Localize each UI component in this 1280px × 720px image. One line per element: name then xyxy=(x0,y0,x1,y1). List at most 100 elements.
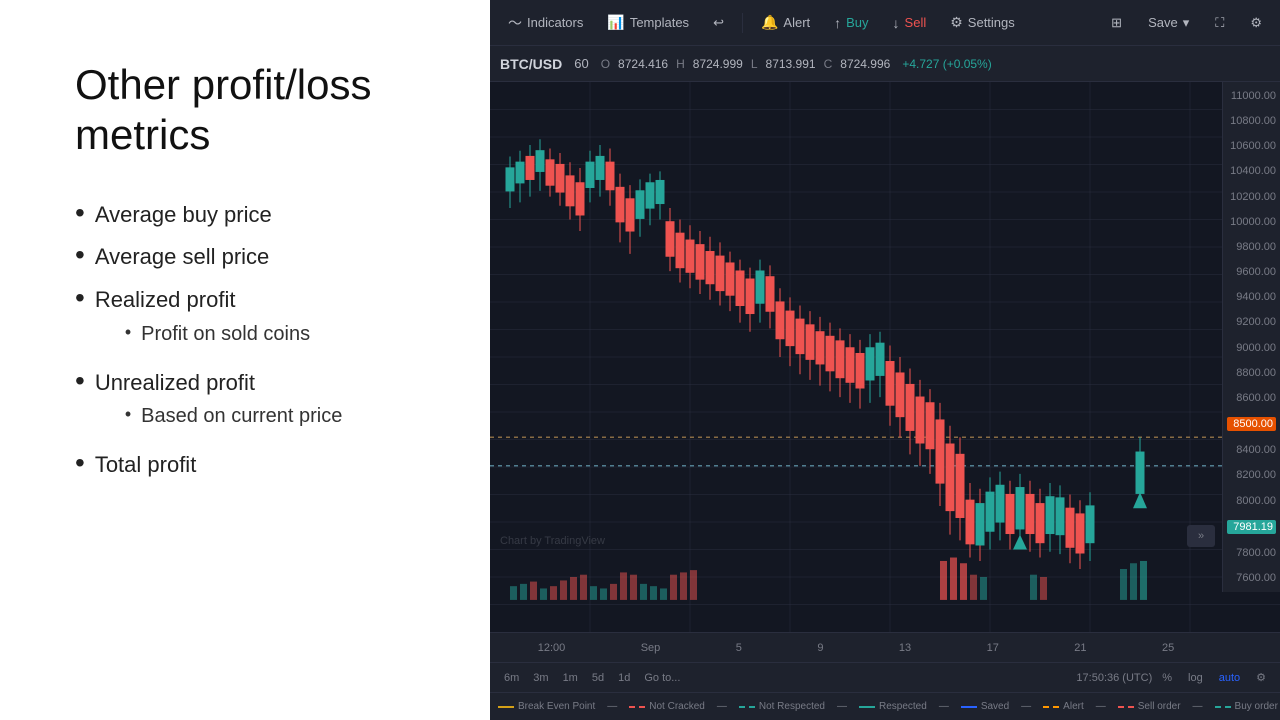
indicators-button[interactable]: 〜 Indicators xyxy=(498,8,593,38)
expand-button[interactable]: » xyxy=(1187,525,1215,547)
candlestick-chart xyxy=(490,82,1280,632)
time-label: 13 xyxy=(899,642,911,654)
legend-item-buyorder: Buy order xyxy=(1215,701,1278,712)
save-button[interactable]: Save ▾ xyxy=(1138,10,1199,36)
high-price: 8724.999 xyxy=(693,57,743,71)
symbol-bar: BTC/USD 60 O 8724.416 H 8724.999 L 8713.… xyxy=(490,46,1280,82)
bullet-item: • Average sell price xyxy=(75,243,440,272)
timeframe[interactable]: 60 xyxy=(574,56,588,71)
layout-button[interactable]: ⊞ xyxy=(1101,10,1132,36)
bullet-dot: • xyxy=(75,367,85,395)
sell-button[interactable]: ↓ Sell xyxy=(883,10,937,36)
settings-button[interactable]: ⚙ Settings xyxy=(940,9,1025,36)
bullet-content: Realized profit •Profit on sold coins xyxy=(95,286,310,355)
legend-item-breakeven: Break Even Point xyxy=(498,701,595,712)
time-label: 25 xyxy=(1162,642,1174,654)
time-label: 17 xyxy=(987,642,999,654)
goto-button[interactable]: Go to... xyxy=(638,670,686,686)
legend-line-buyorder xyxy=(1215,706,1231,708)
toolbar-divider xyxy=(742,13,743,33)
bullet-dot: • xyxy=(75,449,85,477)
legend-item-alert: Alert xyxy=(1043,701,1084,712)
chart-attribution: Chart by TradingView xyxy=(500,535,605,547)
symbol-name[interactable]: BTC/USD xyxy=(500,56,562,72)
gear-icon: ⚙ xyxy=(950,14,963,31)
top-right-icons: ⊞ Save ▾ ⛶ ⚙ xyxy=(1101,10,1272,36)
bullet-content: Average sell price xyxy=(95,243,269,272)
chart-panel: 〜 Indicators 📊 Templates ↩ 🔔 Alert ↑ Buy… xyxy=(490,0,1280,720)
time-label: 21 xyxy=(1074,642,1086,654)
more-settings-button[interactable]: ⚙ xyxy=(1240,10,1272,36)
fullscreen-button[interactable]: ⛶ xyxy=(1205,10,1234,36)
bell-icon: 🔔 xyxy=(761,14,778,31)
legend-item-sellorder: Sell order xyxy=(1118,701,1181,712)
sub-list: •Based on current price xyxy=(95,403,343,429)
sell-icon: ↓ xyxy=(893,15,900,31)
bullet-item: • Realized profit •Profit on sold coins xyxy=(75,286,440,355)
bullet-text: Realized profit xyxy=(95,287,236,312)
bullet-item: • Average buy price xyxy=(75,201,440,230)
open-price: 8724.416 xyxy=(618,57,668,71)
bullet-content: Average buy price xyxy=(95,201,272,230)
log-button[interactable]: log xyxy=(1182,670,1209,686)
chart-settings-button[interactable]: ⚙ xyxy=(1250,669,1272,686)
indicators-icon: 〜 xyxy=(508,13,522,33)
sub-bullet-item: •Profit on sold coins xyxy=(95,321,310,347)
1m-button[interactable]: 1m xyxy=(557,670,584,686)
bullet-dot: • xyxy=(75,241,85,269)
6m-button[interactable]: 6m xyxy=(498,670,525,686)
undo-button[interactable]: ↩ xyxy=(703,10,734,36)
chevron-down-icon: ▾ xyxy=(1183,15,1190,31)
settings-gear-icon: ⚙ xyxy=(1250,15,1262,31)
legend-line-alert xyxy=(1043,706,1059,708)
buy-icon: ↑ xyxy=(834,15,841,31)
bullet-content: Total profit xyxy=(95,451,197,480)
templates-button[interactable]: 📊 Templates xyxy=(597,9,699,36)
legend-line-saved xyxy=(961,706,977,708)
bullet-dot: • xyxy=(75,199,85,227)
low-price: 8713.991 xyxy=(766,57,816,71)
legend-line-sellorder xyxy=(1118,706,1134,708)
buy-button[interactable]: ↑ Buy xyxy=(824,10,878,36)
price-axis: 11000.00 10800.00 10600.00 10400.00 1020… xyxy=(1222,82,1280,592)
legend-line-breakeven xyxy=(498,706,514,708)
time-label: 5 xyxy=(736,642,742,654)
sub-bullet-dot: • xyxy=(125,321,131,344)
5d-button[interactable]: 5d xyxy=(586,670,610,686)
legend-item-saved: Saved xyxy=(961,701,1009,712)
sub-list: •Profit on sold coins xyxy=(95,321,310,347)
left-panel: Other profit/loss metrics • Average buy p… xyxy=(0,0,490,720)
bullet-text: Unrealized profit xyxy=(95,370,255,395)
fullscreen-icon: ⛶ xyxy=(1215,15,1224,31)
time-label: 12:00 xyxy=(538,642,566,654)
time-label: 9 xyxy=(817,642,823,654)
bullet-dot: • xyxy=(75,284,85,312)
slide-title: Other profit/loss metrics xyxy=(75,60,440,161)
bullet-item: • Total profit xyxy=(75,451,440,480)
legend-line-notcracked xyxy=(629,706,645,708)
legend-line-respected xyxy=(859,706,875,708)
bullet-text: Average sell price xyxy=(95,244,269,269)
timestamp: 17:50:36 (UTC) xyxy=(1076,672,1152,684)
price-change: +4.727 (+0.05%) xyxy=(902,57,991,71)
bullet-text: Average buy price xyxy=(95,202,272,227)
legend-item-notrespected: Not Respected xyxy=(739,701,825,712)
templates-icon: 📊 xyxy=(607,14,624,31)
time-axis: 12:00 Sep 5 9 13 17 21 25 xyxy=(490,632,1280,662)
bottom-right-controls: 17:50:36 (UTC) % log auto ⚙ xyxy=(1076,669,1272,686)
time-label: Sep xyxy=(641,642,661,654)
chart-legend: Break Even Point — Not Cracked — Not Res… xyxy=(490,692,1280,720)
percent-button[interactable]: % xyxy=(1156,670,1178,686)
sub-bullet-item: •Based on current price xyxy=(95,403,343,429)
legend-line-notrespected xyxy=(739,706,755,708)
1d-button[interactable]: 1d xyxy=(612,670,636,686)
alert-button[interactable]: 🔔 Alert xyxy=(751,9,820,36)
auto-button[interactable]: auto xyxy=(1213,670,1246,686)
bottom-toolbar: 6m 3m 1m 5d 1d Go to... 17:50:36 (UTC) %… xyxy=(490,662,1280,692)
legend-item-notcracked: Not Cracked xyxy=(629,701,705,712)
chart-area[interactable]: 11000.00 10800.00 10600.00 10400.00 1020… xyxy=(490,82,1280,632)
close-price: 8724.996 xyxy=(840,57,890,71)
layout-icon: ⊞ xyxy=(1111,15,1122,31)
3m-button[interactable]: 3m xyxy=(527,670,554,686)
ohlc-values: O 8724.416 H 8724.999 L 8713.991 C 8724.… xyxy=(601,57,891,71)
